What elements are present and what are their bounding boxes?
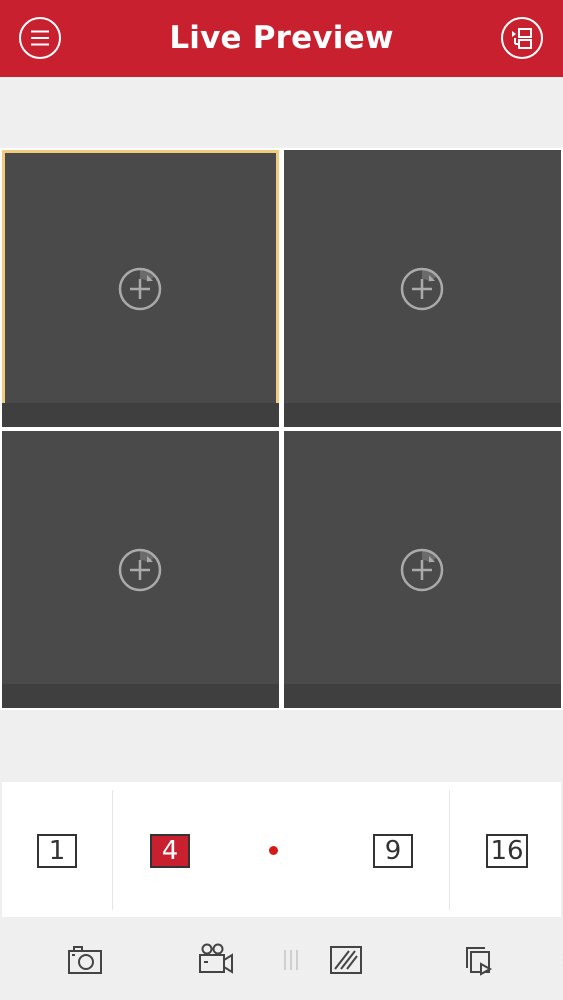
- tile-status-bar: [284, 684, 561, 708]
- divider: [449, 790, 450, 910]
- chevron-right-icon: [562, 954, 563, 966]
- drag-handle-icon: [284, 950, 298, 970]
- bottom-toolbar: [0, 920, 563, 1000]
- snapshot-button[interactable]: [65, 940, 105, 980]
- add-camera-icon[interactable]: [399, 266, 445, 312]
- tile-status-bar: [2, 684, 279, 708]
- preview-tile-3[interactable]: [2, 431, 279, 708]
- record-button[interactable]: [196, 940, 236, 980]
- layout-4-button[interactable]: 4: [150, 834, 190, 868]
- tile-status-bar: [2, 403, 279, 427]
- image-quality-icon: [330, 946, 362, 974]
- device-list-button[interactable]: [501, 17, 543, 59]
- playback-icon: [466, 947, 493, 976]
- add-camera-icon[interactable]: [399, 547, 445, 593]
- drag-handle[interactable]: [271, 940, 298, 980]
- layout-9-button[interactable]: 9: [373, 834, 413, 868]
- layout-16-button[interactable]: 16: [486, 834, 528, 868]
- menu-button[interactable]: [19, 17, 61, 59]
- menu-icon: [31, 30, 49, 46]
- more-tools-button[interactable]: [545, 940, 563, 980]
- add-camera-icon[interactable]: [117, 547, 163, 593]
- camera-snapshot-icon: [68, 946, 102, 974]
- preview-tile-4[interactable]: [284, 431, 561, 708]
- preview-tile-1[interactable]: [2, 150, 279, 427]
- header-bar: Live Preview: [0, 0, 563, 77]
- image-quality-button[interactable]: [326, 940, 366, 980]
- layout-1-button[interactable]: 1: [37, 834, 77, 868]
- page-indicator-dot: [269, 846, 278, 855]
- preview-grid: [0, 148, 563, 710]
- video-record-icon: [199, 943, 233, 974]
- divider: [112, 790, 113, 910]
- add-camera-icon[interactable]: [117, 266, 163, 312]
- device-list-icon: [512, 28, 532, 49]
- page-title: Live Preview: [169, 20, 394, 56]
- layout-selector: 1 4 9 16: [2, 782, 561, 917]
- tile-status-bar: [284, 403, 561, 427]
- playback-button[interactable]: [458, 940, 498, 980]
- preview-tile-2[interactable]: [284, 150, 561, 427]
